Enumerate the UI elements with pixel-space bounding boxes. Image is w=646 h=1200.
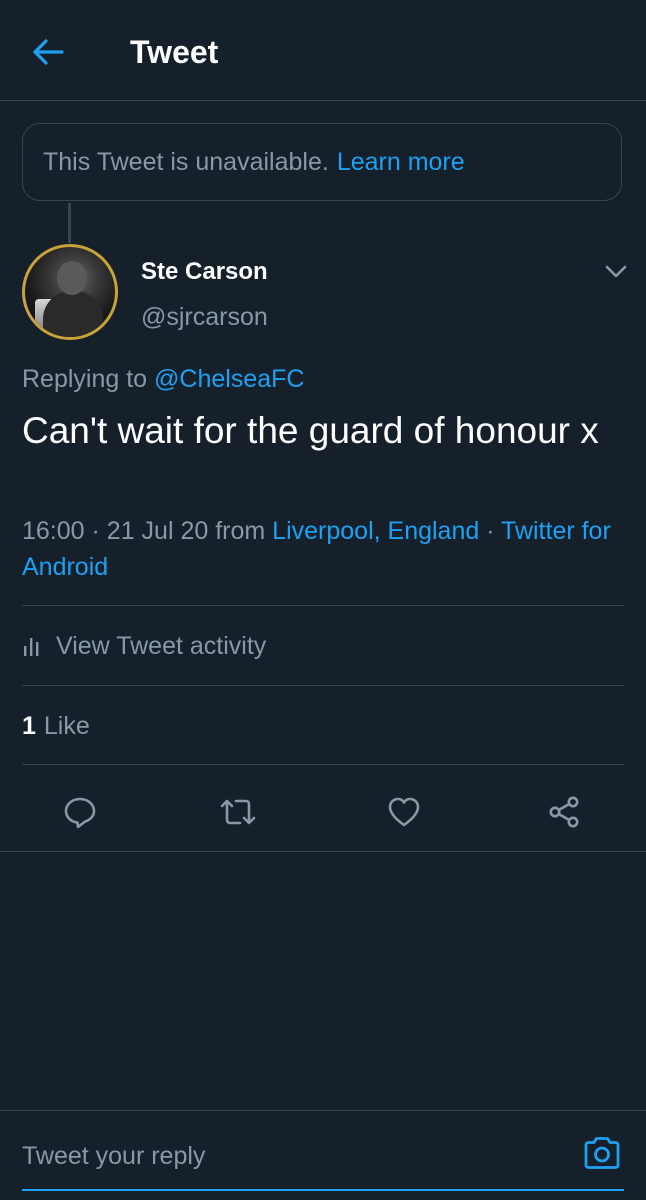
- retweet-button[interactable]: [216, 790, 260, 834]
- thread-connector-line: [68, 203, 71, 243]
- divider: [22, 685, 624, 686]
- share-button[interactable]: [542, 790, 586, 834]
- from-label: from: [215, 517, 266, 545]
- top-app-bar: Tweet: [0, 0, 646, 101]
- divider: [22, 764, 624, 765]
- retweet-icon: [220, 799, 256, 825]
- reply-icon: [64, 797, 96, 829]
- reply-input-underline: [22, 1189, 624, 1191]
- author-handle[interactable]: @sjrcarson: [141, 300, 268, 334]
- divider: [22, 605, 624, 606]
- reply-input[interactable]: [22, 1136, 562, 1176]
- reply-composer: [0, 1110, 646, 1200]
- author-display-name[interactable]: Ste Carson: [141, 256, 268, 288]
- avatar[interactable]: [22, 244, 118, 340]
- back-button[interactable]: [24, 30, 72, 74]
- divider: [0, 851, 646, 852]
- tweet-text: Can't wait for the guard of honour x: [22, 410, 599, 451]
- view-tweet-activity-label: View Tweet activity: [56, 631, 267, 660]
- heart-icon: [388, 797, 420, 827]
- tweet-actions: [0, 780, 646, 840]
- page-title: Tweet: [130, 34, 219, 70]
- meta-separator-2: ·: [486, 517, 495, 545]
- share-icon: [549, 796, 579, 828]
- bar-chart-icon: [24, 638, 39, 656]
- tweet-location-link[interactable]: Liverpool, England: [272, 517, 479, 545]
- reply-button[interactable]: [58, 790, 102, 834]
- chevron-down-icon: [605, 265, 627, 278]
- replying-to-label: Replying to: [22, 365, 148, 393]
- meta-separator: ·: [91, 517, 100, 545]
- more-options-button[interactable]: [598, 256, 634, 288]
- tweet-metadata: 16:00 · 21 Jul 20 from Liverpool, Englan…: [22, 513, 622, 585]
- view-tweet-activity-button[interactable]: View Tweet activity: [22, 626, 266, 666]
- learn-more-link[interactable]: Learn more: [337, 148, 465, 177]
- tweet-time: 16:00: [22, 517, 85, 545]
- replying-to: Replying to @ChelseaFC: [22, 362, 304, 396]
- likes-count: 1: [22, 711, 36, 740]
- unavailable-text: This Tweet is unavailable.: [43, 147, 329, 176]
- camera-icon: [584, 1137, 620, 1169]
- likes-label: Like: [43, 711, 90, 740]
- unavailable-tweet-notice: This Tweet is unavailable. Learn more: [22, 123, 622, 201]
- arrow-left-icon: [33, 39, 64, 65]
- replying-to-mention[interactable]: @ChelseaFC: [154, 365, 304, 393]
- like-button[interactable]: [382, 790, 426, 834]
- camera-button[interactable]: [580, 1131, 624, 1175]
- likes-stat[interactable]: 1 Like: [22, 706, 90, 746]
- tweet-date: 21 Jul 20: [106, 517, 209, 545]
